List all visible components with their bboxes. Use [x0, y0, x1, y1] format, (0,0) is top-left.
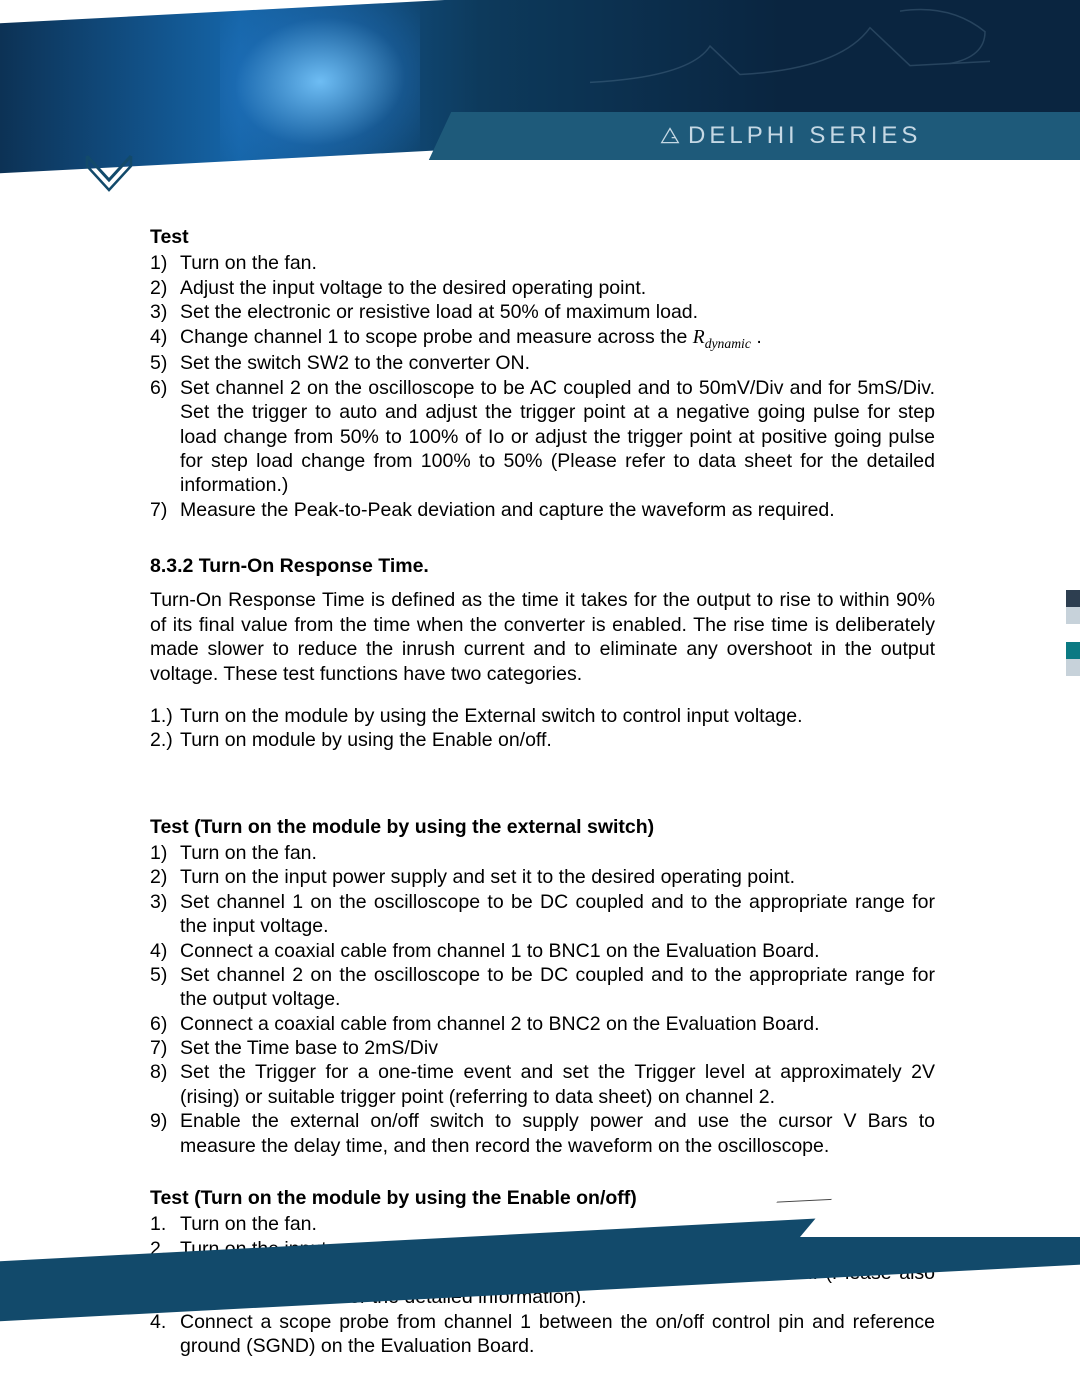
- list-item: Set the Time base to 2mS/Div: [150, 1036, 935, 1060]
- test-enable-heading: Test (Turn on the module by using the En…: [150, 1186, 935, 1210]
- list-item: Change channel 1 to scope probe and meas…: [150, 325, 935, 352]
- list-item: Turn on module by using the Enable on/of…: [150, 728, 935, 752]
- list-item: Connect a coaxial cable from channel 1 t…: [150, 939, 935, 963]
- chevron-down-icon: [82, 148, 137, 203]
- delphi-triangle-icon: [660, 126, 680, 146]
- r-dynamic-symbol: Rdynamic: [693, 327, 751, 348]
- list-item: Connect a scope probe from channel 1 bet…: [150, 1310, 935, 1359]
- document-content: Test Turn on the fan. Adjust the input v…: [150, 225, 935, 1359]
- list-item: Turn on the input power supply and set i…: [150, 865, 935, 889]
- test-external-heading: Test (Turn on the module by using the ex…: [150, 815, 935, 839]
- section-832-paragraph: Turn-On Response Time is defined as the …: [150, 588, 935, 686]
- series-title-band: DELPHI SERIES: [429, 112, 1080, 160]
- categories-list: Turn on the module by using the External…: [150, 704, 935, 753]
- list-item: Adjust the input voltage to the desired …: [150, 276, 935, 300]
- list-item: Set the Trigger for a one-time event and…: [150, 1060, 935, 1109]
- test-heading: Test: [150, 225, 935, 249]
- list-item: Turn on the fan.: [150, 841, 935, 865]
- list-item: Enable the external on/off switch to sup…: [150, 1109, 935, 1158]
- list-item: Set the electronic or resistive load at …: [150, 300, 935, 324]
- list-item: Turn on the fan.: [150, 251, 935, 275]
- list-item: Measure the Peak-to-Peak deviation and c…: [150, 498, 935, 522]
- list-item: Set the switch SW2 to the converter ON.: [150, 351, 935, 375]
- list-item: Turn on the module by using the External…: [150, 704, 935, 728]
- side-tabs-decoration: [1066, 590, 1080, 676]
- list-item: Set channel 2 on the oscilloscope to be …: [150, 963, 935, 1012]
- banner-curve-decoration: [590, 0, 990, 102]
- side-tab: [1066, 642, 1080, 676]
- series-label: DELPHI SERIES: [660, 122, 921, 150]
- side-tab: [1066, 590, 1080, 624]
- banner-light-effect: [220, 1, 420, 161]
- test-external-steps-list: Turn on the fan. Turn on the input power…: [150, 841, 935, 1158]
- section-832-heading: 8.3.2 Turn-On Response Time.: [150, 554, 935, 578]
- test-steps-list: Turn on the fan. Adjust the input voltag…: [150, 251, 935, 522]
- list-item: Set channel 2 on the oscilloscope to be …: [150, 376, 935, 498]
- list-item: Connect a coaxial cable from channel 2 t…: [150, 1012, 935, 1036]
- series-text: DELPHI SERIES: [688, 122, 921, 150]
- list-item: Set channel 1 on the oscilloscope to be …: [150, 890, 935, 939]
